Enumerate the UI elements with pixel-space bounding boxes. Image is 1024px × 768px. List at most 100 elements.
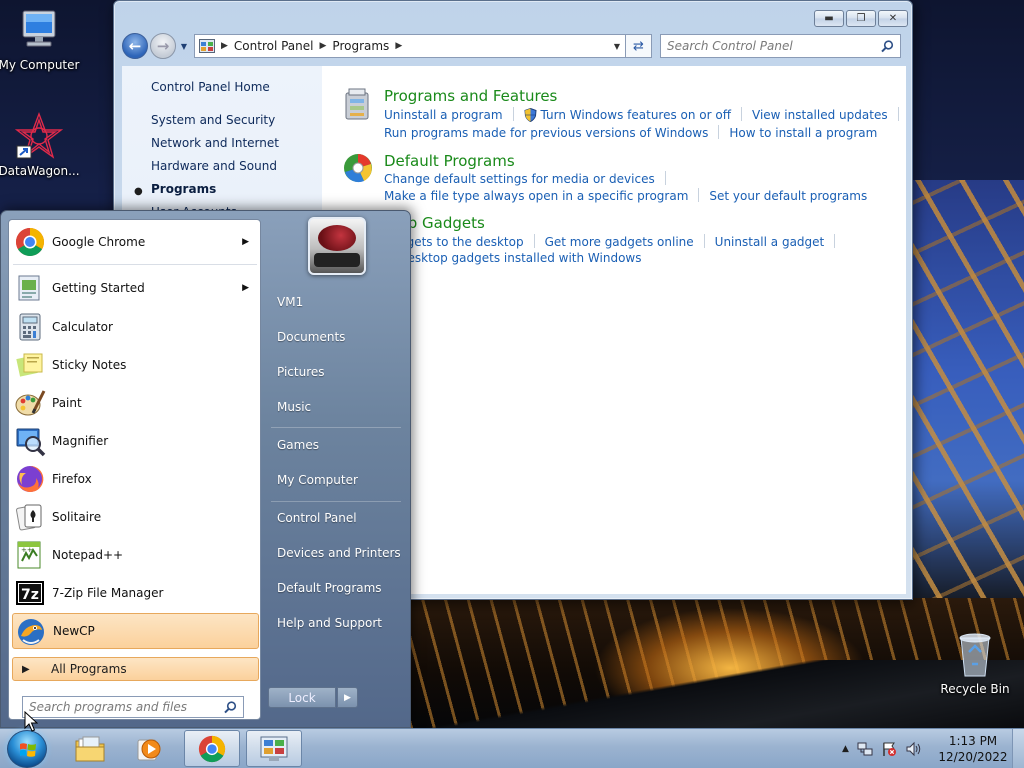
wallpaper-bridge-detail: [900, 180, 1024, 610]
close-button[interactable]: ✕: [878, 10, 908, 27]
action-center-flag-icon[interactable]: [881, 741, 897, 757]
close-icon: ✕: [888, 13, 898, 24]
taskbar-explorer-button[interactable]: [62, 730, 118, 767]
maximize-button[interactable]: ❐: [846, 10, 876, 27]
show-hidden-icons-button[interactable]: ▲: [842, 744, 849, 754]
chrome-icon: [198, 735, 226, 762]
all-programs-button[interactable]: ▶ All Programs: [12, 657, 259, 681]
change-default-settings-link[interactable]: Change default settings for media or dev…: [384, 172, 655, 186]
search-programs-input[interactable]: Search programs and files: [22, 696, 244, 718]
sidebar-control-panel-home[interactable]: Control Panel Home: [151, 80, 270, 94]
start-link-my-computer[interactable]: My Computer: [277, 473, 358, 487]
taskbar-clock[interactable]: 1:13 PM 12/20/2022: [938, 733, 1008, 765]
recent-pages-dropdown[interactable]: ▼: [178, 42, 190, 51]
run-older-programs-link[interactable]: Run programs made for previous versions …: [384, 126, 708, 140]
program-paint[interactable]: Paint: [12, 385, 259, 421]
breadcrumb-separator-icon[interactable]: ▶: [320, 41, 327, 51]
uac-shield-icon: [523, 108, 537, 122]
address-dropdown-icon[interactable]: ▼: [609, 42, 625, 51]
turn-windows-features-link[interactable]: Turn Windows features on or off: [541, 108, 732, 122]
shutdown-options-button[interactable]: ▶: [337, 687, 358, 708]
search-placeholder: Search programs and files: [29, 700, 187, 714]
search-placeholder: Search Control Panel: [667, 39, 793, 53]
category-links-row: Uninstall a program Turn Windows features…: [384, 107, 909, 122]
submenu-arrow-icon[interactable]: ▶: [242, 283, 249, 293]
program-sticky-notes[interactable]: Sticky Notes: [12, 347, 259, 383]
desktop-icon-recycle-bin[interactable]: Recycle Bin: [932, 630, 1018, 696]
search-control-panel-input[interactable]: Search Control Panel: [660, 34, 901, 58]
get-more-gadgets-link[interactable]: Get more gadgets online: [545, 235, 694, 249]
minimize-button[interactable]: ▬: [814, 10, 844, 27]
user-avatar[interactable]: [308, 217, 366, 275]
selected-bullet-icon: ●: [134, 186, 143, 197]
program-firefox[interactable]: Firefox: [12, 461, 259, 497]
start-link-documents[interactable]: Documents: [277, 330, 345, 344]
program-calculator[interactable]: Calculator: [12, 309, 259, 345]
how-to-install-program-link[interactable]: How to install a program: [729, 126, 877, 140]
program-newcp[interactable]: NewCP: [12, 613, 259, 649]
desktop-icon-datawagon[interactable]: DataWagon...: [0, 112, 82, 178]
record-disc-icon: [318, 225, 356, 251]
desktop-icon-my-computer[interactable]: My Computer: [0, 8, 82, 72]
uninstall-gadget-link[interactable]: Uninstall a gadget: [715, 235, 825, 249]
forward-button[interactable]: →: [150, 33, 176, 59]
view-installed-updates-link[interactable]: View installed updates: [752, 108, 888, 122]
uninstall-program-link[interactable]: Uninstall a program: [384, 108, 503, 122]
set-default-programs-link[interactable]: Set your default programs: [709, 189, 867, 203]
start-link-control-panel[interactable]: Control Panel: [277, 511, 357, 525]
breadcrumb-separator-icon[interactable]: ▶: [221, 41, 228, 51]
breadcrumb-separator-icon[interactable]: ▶: [395, 41, 402, 51]
programs-and-features-link[interactable]: Programs and Features: [384, 87, 557, 105]
program-label: 7-Zip File Manager: [52, 586, 164, 600]
sidebar-item-hardware-and-sound[interactable]: Hardware and Sound: [151, 159, 277, 173]
sidebar-item-network-and-internet[interactable]: Network and Internet: [151, 136, 279, 150]
start-link-games[interactable]: Games: [277, 438, 319, 452]
search-icon[interactable]: [224, 700, 237, 714]
back-button[interactable]: ←: [122, 33, 148, 59]
start-link-pictures[interactable]: Pictures: [277, 365, 325, 379]
desktop-icon-label: My Computer: [0, 58, 80, 72]
breadcrumb-control-panel[interactable]: Control Panel: [234, 39, 314, 53]
taskbar-chrome-button[interactable]: [184, 730, 240, 767]
default-programs-link[interactable]: Default Programs: [384, 152, 515, 170]
recycle-bin-icon: [959, 633, 991, 677]
category-links-row: gadgets to the desktop Get more gadgets o…: [384, 234, 845, 249]
taskbar-control-panel-button[interactable]: [246, 730, 302, 767]
getting-started-icon: [18, 275, 40, 301]
lock-button[interactable]: Lock: [268, 687, 336, 708]
start-link-user[interactable]: VM1: [277, 295, 303, 309]
start-link-devices-and-printers[interactable]: Devices and Printers: [277, 546, 401, 560]
file-type-association-link[interactable]: Make a file type always open in a specif…: [384, 189, 688, 203]
restore-gadgets-link[interactable]: re desktop gadgets installed with Window…: [384, 251, 641, 265]
chevron-right-icon: ▶: [344, 692, 351, 703]
system-tray: ▲: [842, 729, 923, 768]
show-desktop-button[interactable]: [1012, 729, 1024, 768]
caption-buttons: ▬ ❐ ✕: [814, 10, 908, 27]
program-google-chrome[interactable]: Google Chrome ▶: [12, 224, 259, 260]
program-solitaire[interactable]: Solitaire: [12, 499, 259, 535]
address-bar[interactable]: ▶ Control Panel ▶ Programs ▶ ▼: [194, 34, 626, 58]
program-notepadpp[interactable]: ++ Notepad++: [12, 537, 259, 573]
start-button[interactable]: [7, 730, 47, 768]
taskbar-media-player-button[interactable]: [121, 730, 177, 767]
submenu-arrow-icon[interactable]: ▶: [242, 237, 249, 247]
program-getting-started[interactable]: Getting Started ▶: [12, 270, 259, 306]
program-label: Getting Started: [52, 281, 145, 295]
network-icon[interactable]: [857, 741, 873, 757]
sidebar-item-programs[interactable]: Programs: [151, 182, 216, 196]
minimize-icon: ▬: [824, 13, 834, 24]
start-link-music[interactable]: Music: [277, 400, 311, 414]
all-programs-label: All Programs: [51, 662, 127, 676]
breadcrumb-programs[interactable]: Programs: [332, 39, 389, 53]
sidebar-item-system-and-security[interactable]: System and Security: [151, 113, 275, 127]
start-link-default-programs[interactable]: Default Programs: [277, 581, 382, 595]
control-panel-icon: [260, 736, 288, 761]
program-label: Paint: [52, 396, 82, 410]
program-label: Notepad++: [52, 548, 124, 562]
refresh-button[interactable]: ⇄: [626, 34, 652, 58]
program-7zip[interactable]: 7z 7-Zip File Manager: [12, 575, 259, 611]
start-link-help-and-support[interactable]: Help and Support: [277, 616, 382, 630]
search-icon[interactable]: [881, 39, 894, 53]
volume-icon[interactable]: [905, 741, 923, 757]
program-magnifier[interactable]: Magnifier: [12, 423, 259, 459]
